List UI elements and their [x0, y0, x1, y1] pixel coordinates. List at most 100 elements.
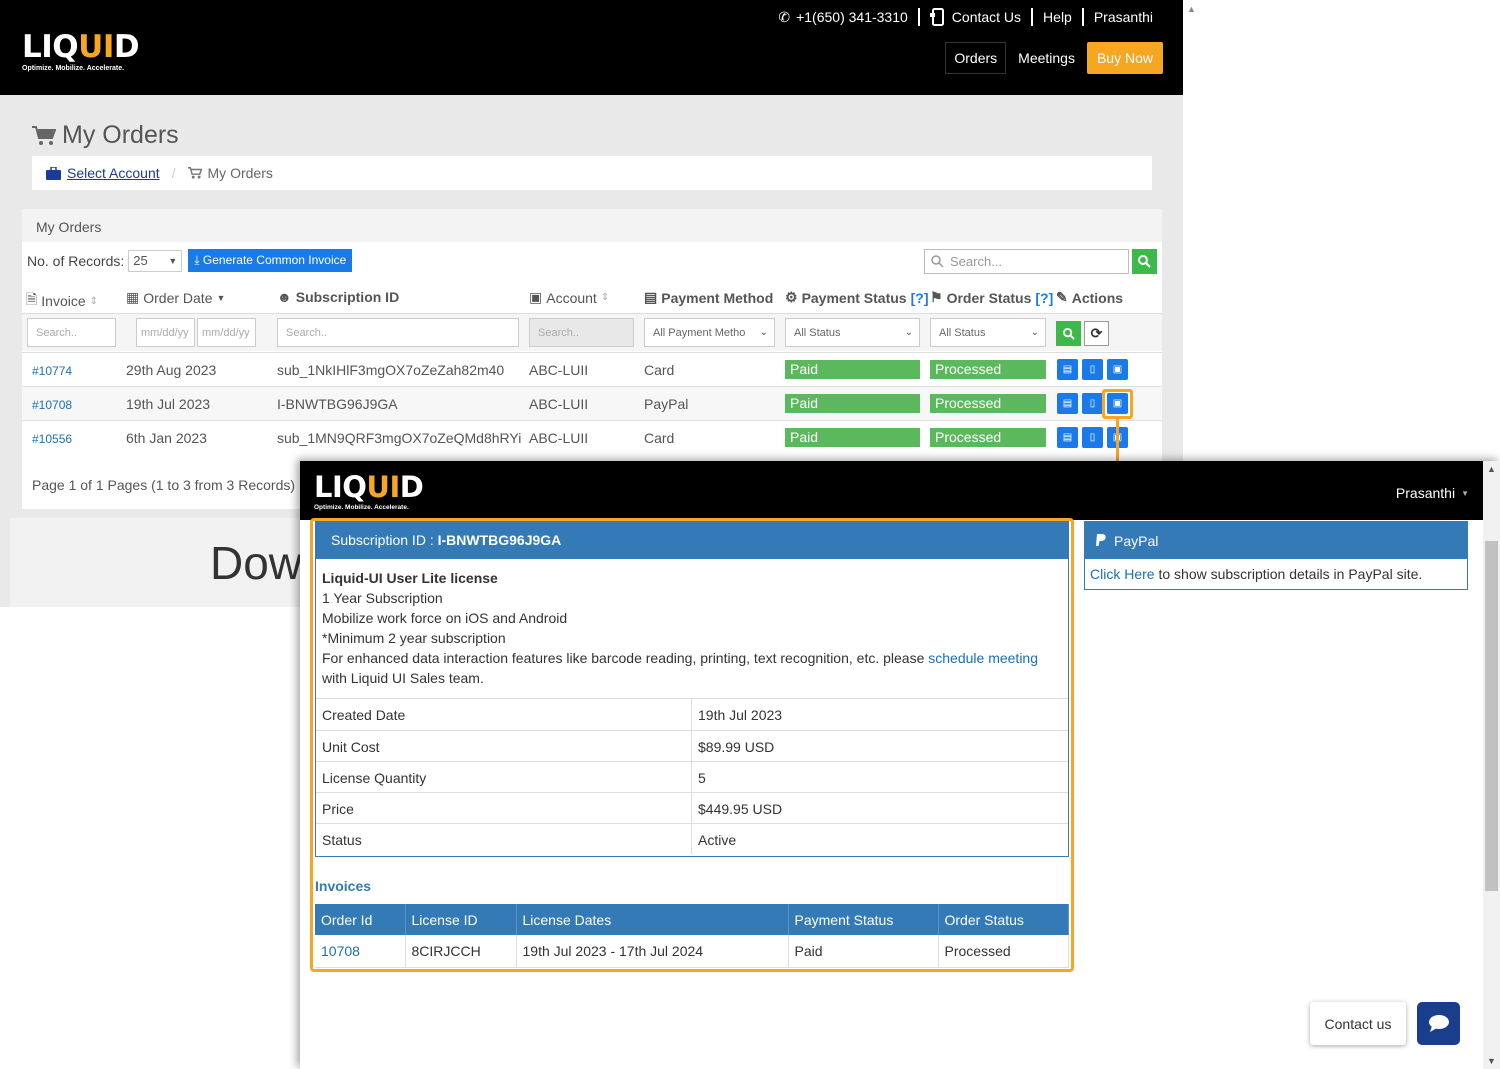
gears-icon: ⚙: [785, 289, 798, 305]
filter-subscription-input[interactable]: Search..: [277, 318, 519, 347]
col-order-status: ⚑ Order Status [?]: [930, 289, 1054, 306]
scroll-up-icon: ▲: [1187, 4, 1196, 14]
contact-us-link[interactable]: Contact Us: [917, 8, 1031, 26]
filter-invoice-input[interactable]: Search..: [27, 318, 116, 347]
popup-scrollbar[interactable]: ▲ ▼: [1483, 461, 1500, 1069]
search-icon: [1062, 327, 1075, 340]
col-account[interactable]: ▣ Account ⇕: [529, 289, 609, 306]
desc-line: 1 Year Subscription: [322, 590, 443, 606]
row-actions: ▤ ▯ ▣: [1057, 359, 1128, 380]
sort-icon: ⇕: [89, 295, 99, 307]
payment-method: PayPal: [644, 396, 689, 412]
site-header: LIQUID Optimize. Mobilize. Accelerate. ✆…: [0, 0, 1183, 95]
contact-us-button[interactable]: Contact us: [1310, 1002, 1406, 1045]
nav-meetings[interactable]: Meetings: [1010, 43, 1083, 73]
search-icon: [1138, 255, 1151, 268]
top-links: ✆ +1(650) 341-3310 Contact Us Help Prasa…: [768, 8, 1163, 26]
subscription-id: sub_1MN9QRF3mgOX7oZeQMd8hRYi: [277, 430, 522, 446]
search-group: Search...: [924, 249, 1157, 274]
col-order-date[interactable]: ▦ Order Date ▼: [126, 289, 225, 306]
order-status-help[interactable]: [?]: [1035, 290, 1053, 306]
col-payment-method: ▤ Payment Method: [644, 289, 774, 306]
scroll-up-icon: ▲: [1487, 464, 1496, 474]
filter-payment-status-select[interactable]: All Status ⌄: [785, 318, 920, 347]
main-nav: Orders Meetings Buy Now: [945, 42, 1163, 74]
file-button[interactable]: ▯: [1082, 359, 1103, 380]
table-row: 10708 8CIRJCCH 19th Jul 2023 - 17th Jul …: [315, 935, 1069, 968]
paypal-panel: PayPal Click Here to show subscription d…: [1084, 521, 1468, 590]
subscription-description: Liquid-UI User Lite license 1 Year Subsc…: [316, 559, 1068, 699]
payment-status-help[interactable]: [?]: [911, 290, 929, 306]
col-payment-status: ⚙ Payment Status [?]: [785, 289, 929, 306]
col-invoice[interactable]: 🗎 Invoice ⇕: [26, 289, 98, 313]
search-input[interactable]: Search...: [924, 249, 1129, 274]
invoice-link[interactable]: #10774: [32, 364, 72, 378]
filter-search-button[interactable]: [1056, 321, 1081, 346]
file-icon: 🗎: [26, 291, 38, 307]
refresh-button[interactable]: ⟳: [1084, 321, 1109, 346]
paypal-click-here-link[interactable]: Click Here: [1090, 566, 1155, 582]
chevron-down-icon: ⌄: [759, 327, 768, 338]
account: ABC-LUII: [529, 362, 589, 378]
sort-icon: ⇕: [600, 292, 610, 303]
user-link[interactable]: Prasanthi: [1081, 8, 1163, 26]
invoice-doc-button[interactable]: ▤: [1057, 427, 1078, 448]
filter-payment-method-select[interactable]: All Payment Metho ⌄: [644, 318, 775, 347]
table-row: #10556 6th Jan 2023 sub_1MN9QRF3mgOX7oZe…: [22, 420, 1162, 454]
detail-row: Status Active: [316, 823, 1068, 854]
schedule-meeting-link[interactable]: schedule meeting: [928, 650, 1038, 666]
cart-icon: [187, 167, 202, 179]
panel-heading: My Orders: [22, 209, 1162, 242]
invoice-link[interactable]: #10708: [32, 398, 72, 412]
pencil-icon: ✎: [1056, 289, 1068, 305]
th-payment-status: Payment Status: [788, 904, 939, 935]
records-select[interactable]: 25 ▼: [128, 249, 183, 272]
license-id: 8CIRJCCH: [405, 935, 517, 968]
product-name: Liquid-UI User Lite license: [322, 570, 498, 586]
order-status-badge: Processed: [930, 428, 1046, 447]
search-button[interactable]: [1132, 249, 1157, 274]
buy-now-button[interactable]: Buy Now: [1086, 42, 1163, 74]
filter-date-to[interactable]: mm/dd/yy: [197, 318, 256, 347]
tag-icon: ⚑: [930, 289, 943, 305]
search-icon: [931, 255, 944, 268]
phone-link[interactable]: ✆ +1(650) 341-3310: [768, 8, 917, 26]
cart-icon: ▣: [1112, 364, 1123, 375]
calendar-icon: ▦: [126, 289, 140, 305]
generate-invoice-button[interactable]: ⤓ Generate Common Invoice: [188, 249, 353, 272]
scroll-thumb[interactable]: [1485, 541, 1498, 891]
liquid-logo[interactable]: LIQUID Optimize. Mobilize. Accelerate.: [22, 32, 140, 73]
subscription-id: I-BNWTBG96J9GA: [277, 396, 398, 412]
detail-row: Created Date 19th Jul 2023: [316, 699, 1068, 730]
order-id-link[interactable]: 10708: [315, 935, 406, 968]
briefcase-icon: ▣: [529, 289, 543, 305]
desc-line: For enhanced data interaction features l…: [322, 650, 1039, 686]
table-row: #10774 29th Aug 2023 sub_1NkIHlF3mgOX7oZ…: [22, 352, 1162, 386]
file-button[interactable]: ▯: [1082, 427, 1103, 448]
paypal-icon: [1096, 534, 1106, 546]
invoice-doc-button[interactable]: ▤: [1057, 393, 1078, 414]
nav-orders[interactable]: Orders: [945, 42, 1007, 74]
payment-status-badge: Paid: [785, 360, 920, 379]
filter-date-from[interactable]: mm/dd/yy: [136, 318, 195, 347]
invoice-doc-button[interactable]: ▤: [1057, 359, 1078, 380]
invoices-title: Invoices: [315, 878, 372, 894]
order-date: 6th Jan 2023: [126, 430, 207, 446]
col-actions: ✎ Actions: [1056, 289, 1124, 306]
user-menu[interactable]: Prasanthi ▼: [1396, 485, 1469, 501]
invoice-link[interactable]: #10556: [32, 432, 72, 446]
th-order-status: Order Status: [938, 904, 1069, 935]
refresh-icon: ⟳: [1090, 325, 1103, 341]
file-button[interactable]: ▯: [1082, 393, 1103, 414]
breadcrumb: Select Account / My Orders: [32, 156, 1152, 190]
chat-button[interactable]: [1417, 1002, 1460, 1045]
money-icon: ▤: [644, 289, 658, 305]
order-date: 29th Aug 2023: [126, 362, 217, 378]
subscription-cart-button[interactable]: ▣: [1107, 359, 1128, 380]
breadcrumb-select-account[interactable]: Select Account: [67, 165, 160, 181]
liquid-logo[interactable]: LIQUID Optimize. Mobilize. Accelerate.: [314, 473, 424, 512]
order-date: 19th Jul 2023: [126, 396, 211, 412]
mobile-icon: [929, 8, 944, 26]
help-link[interactable]: Help: [1031, 8, 1082, 26]
filter-order-status-select[interactable]: All Status ⌄: [930, 318, 1046, 347]
